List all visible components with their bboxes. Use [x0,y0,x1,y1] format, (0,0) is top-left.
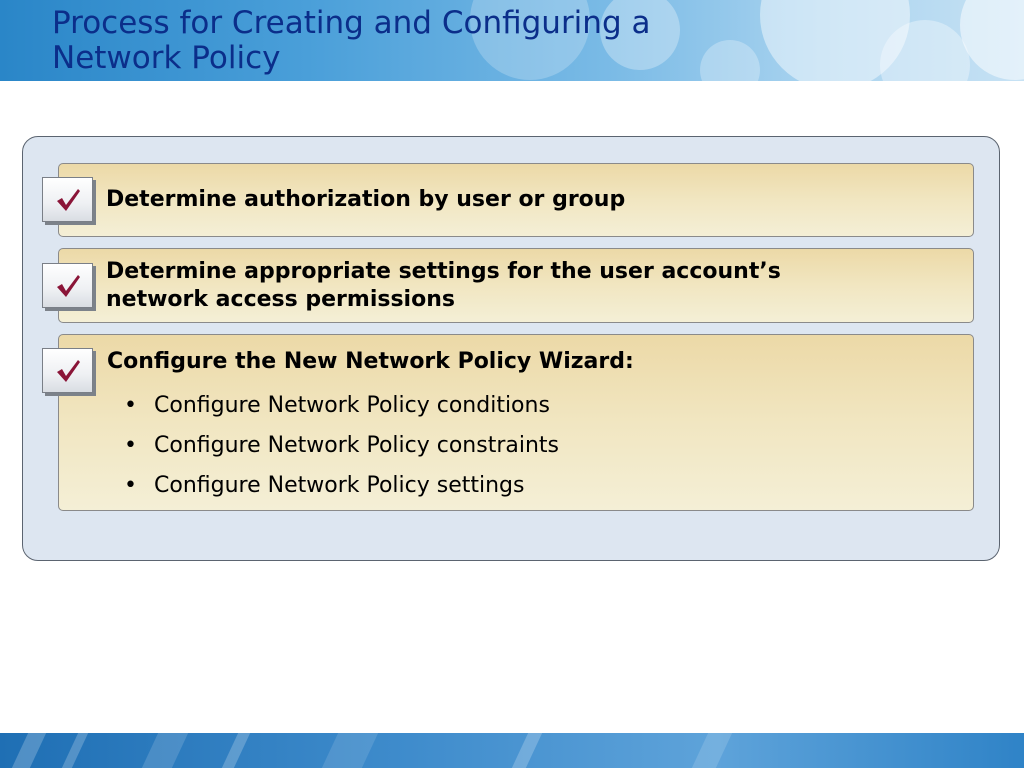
slide-title-line1: Process for Creating and Configuring a [52,5,651,41]
step-3-text: Configure the New Network Policy Wizard: [107,349,634,374]
slide-title: Process for Creating and Configuring a N… [52,6,752,76]
step-1-text: Determine authorization by user or group [106,187,626,212]
bullet-icon: • [124,433,137,458]
checkmark-icon [42,177,93,222]
footer-banner [0,733,1024,768]
list-item: • Configure Network Policy settings [124,466,944,506]
bullet-icon: • [124,473,137,498]
step-2-text-line1: Determine appropriate settings for the u… [106,259,781,284]
step-3-bullet-list: • Configure Network Policy conditions • Co… [124,386,944,506]
list-item: • Configure Network Policy constraints [124,426,944,466]
step-2-text: Determine appropriate settings for the u… [106,258,956,314]
bullet-icon: • [124,393,137,418]
checkmark-icon [42,263,93,308]
step-2-text-line2: network access permissions [106,287,455,312]
list-item: • Configure Network Policy conditions [124,386,944,426]
slide-title-line2: Network Policy [52,40,281,76]
checkmark-icon [42,348,93,393]
